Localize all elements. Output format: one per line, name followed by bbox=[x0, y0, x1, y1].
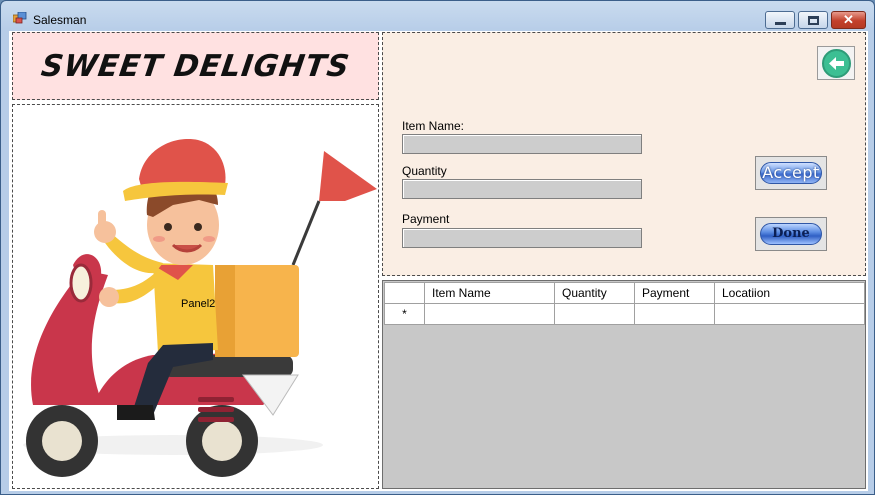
table-header-row: Item Name Quantity Payment Locatiion bbox=[384, 282, 865, 304]
order-entry-panel: Item Name: Quantity Payment Accept Done bbox=[382, 32, 866, 276]
done-button-label: Done bbox=[760, 223, 822, 245]
done-button[interactable]: Done bbox=[755, 217, 827, 251]
payment-label: Payment bbox=[402, 212, 450, 226]
quantity-field[interactable] bbox=[402, 179, 642, 199]
column-header-quantity[interactable]: Quantity bbox=[554, 282, 635, 304]
column-header-location[interactable]: Locatiion bbox=[714, 282, 865, 304]
image-panel: Panel2 bbox=[12, 104, 379, 489]
close-icon: ✕ bbox=[843, 12, 854, 27]
window-title: Salesman bbox=[33, 13, 87, 27]
item-name-field[interactable] bbox=[402, 134, 642, 154]
maximize-button[interactable] bbox=[798, 11, 828, 29]
column-header-item-name[interactable]: Item Name bbox=[424, 282, 555, 304]
new-row-marker[interactable]: * bbox=[384, 303, 425, 325]
item-name-label: Item Name: bbox=[402, 119, 465, 133]
new-row-quantity-cell[interactable] bbox=[554, 303, 635, 325]
quantity-label: Quantity bbox=[402, 164, 447, 178]
brand-title: SWEET DELIGHTS bbox=[38, 49, 352, 84]
accept-button-label: Accept bbox=[760, 162, 822, 184]
accept-button[interactable]: Accept bbox=[755, 156, 827, 190]
back-button[interactable] bbox=[817, 46, 855, 80]
form-client-area: SWEET DELIGHTS Panel2 Item Name: Quantit… bbox=[9, 31, 868, 491]
title-bar[interactable]: Salesman ✕ bbox=[1, 1, 874, 31]
payment-field[interactable] bbox=[402, 228, 642, 248]
minimize-icon bbox=[775, 22, 786, 25]
new-row-payment-cell[interactable] bbox=[634, 303, 715, 325]
form-app-icon bbox=[13, 12, 27, 24]
header-panel: SWEET DELIGHTS bbox=[12, 32, 379, 100]
panel2-label: Panel2 bbox=[181, 298, 216, 310]
salesman-window: Salesman ✕ SWEET DELIGHTS Panel2 Item Na… bbox=[0, 0, 875, 495]
new-row-item-name-cell[interactable] bbox=[424, 303, 555, 325]
maximize-icon bbox=[808, 16, 819, 25]
back-arrow-icon bbox=[822, 49, 851, 78]
new-row[interactable]: * bbox=[384, 303, 865, 325]
row-header-corner[interactable] bbox=[384, 282, 425, 304]
close-button[interactable]: ✕ bbox=[831, 11, 866, 29]
delivery-scooter-illustration bbox=[23, 139, 377, 477]
new-row-location-cell[interactable] bbox=[714, 303, 865, 325]
column-header-payment[interactable]: Payment bbox=[634, 282, 715, 304]
orders-data-grid[interactable]: Item Name Quantity Payment Locatiion * bbox=[382, 280, 866, 489]
orders-table: Item Name Quantity Payment Locatiion * bbox=[384, 282, 865, 325]
minimize-button[interactable] bbox=[765, 11, 795, 29]
